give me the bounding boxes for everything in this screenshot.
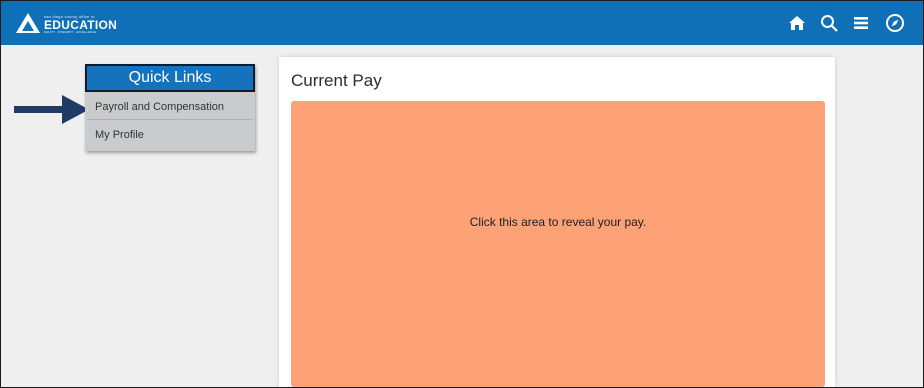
search-icon[interactable]	[819, 13, 839, 33]
app-window: san diego county office of EDUCATION EQU…	[0, 0, 924, 388]
logo-triangle-icon	[16, 13, 40, 33]
current-pay-title: Current Pay	[291, 71, 382, 90]
reveal-pay-area[interactable]: Click this area to reveal your pay.	[291, 101, 825, 387]
quick-links-menu: Quick Links Payroll and Compensation My …	[85, 64, 255, 151]
quick-links-title: Quick Links	[85, 64, 255, 92]
sdcoe-logo[interactable]: san diego county office of EDUCATION EQU…	[15, 12, 125, 34]
annotation-arrow	[14, 95, 89, 124]
quick-link-payroll-and-compensation[interactable]: Payroll and Compensation	[87, 94, 253, 120]
menu-icon[interactable]	[851, 13, 871, 33]
top-navigation-bar: san diego county office of EDUCATION EQU…	[1, 1, 923, 45]
reveal-pay-text: Click this area to reveal your pay.	[469, 215, 647, 229]
quick-link-my-profile[interactable]: My Profile	[87, 122, 253, 148]
home-icon[interactable]	[787, 13, 807, 33]
current-pay-panel: Current Pay Click this area to reveal yo…	[279, 57, 835, 387]
logo-tagline: EQUITY · INTEGRITY · EXCELLENCE	[44, 30, 97, 34]
compass-icon[interactable]	[885, 13, 905, 33]
